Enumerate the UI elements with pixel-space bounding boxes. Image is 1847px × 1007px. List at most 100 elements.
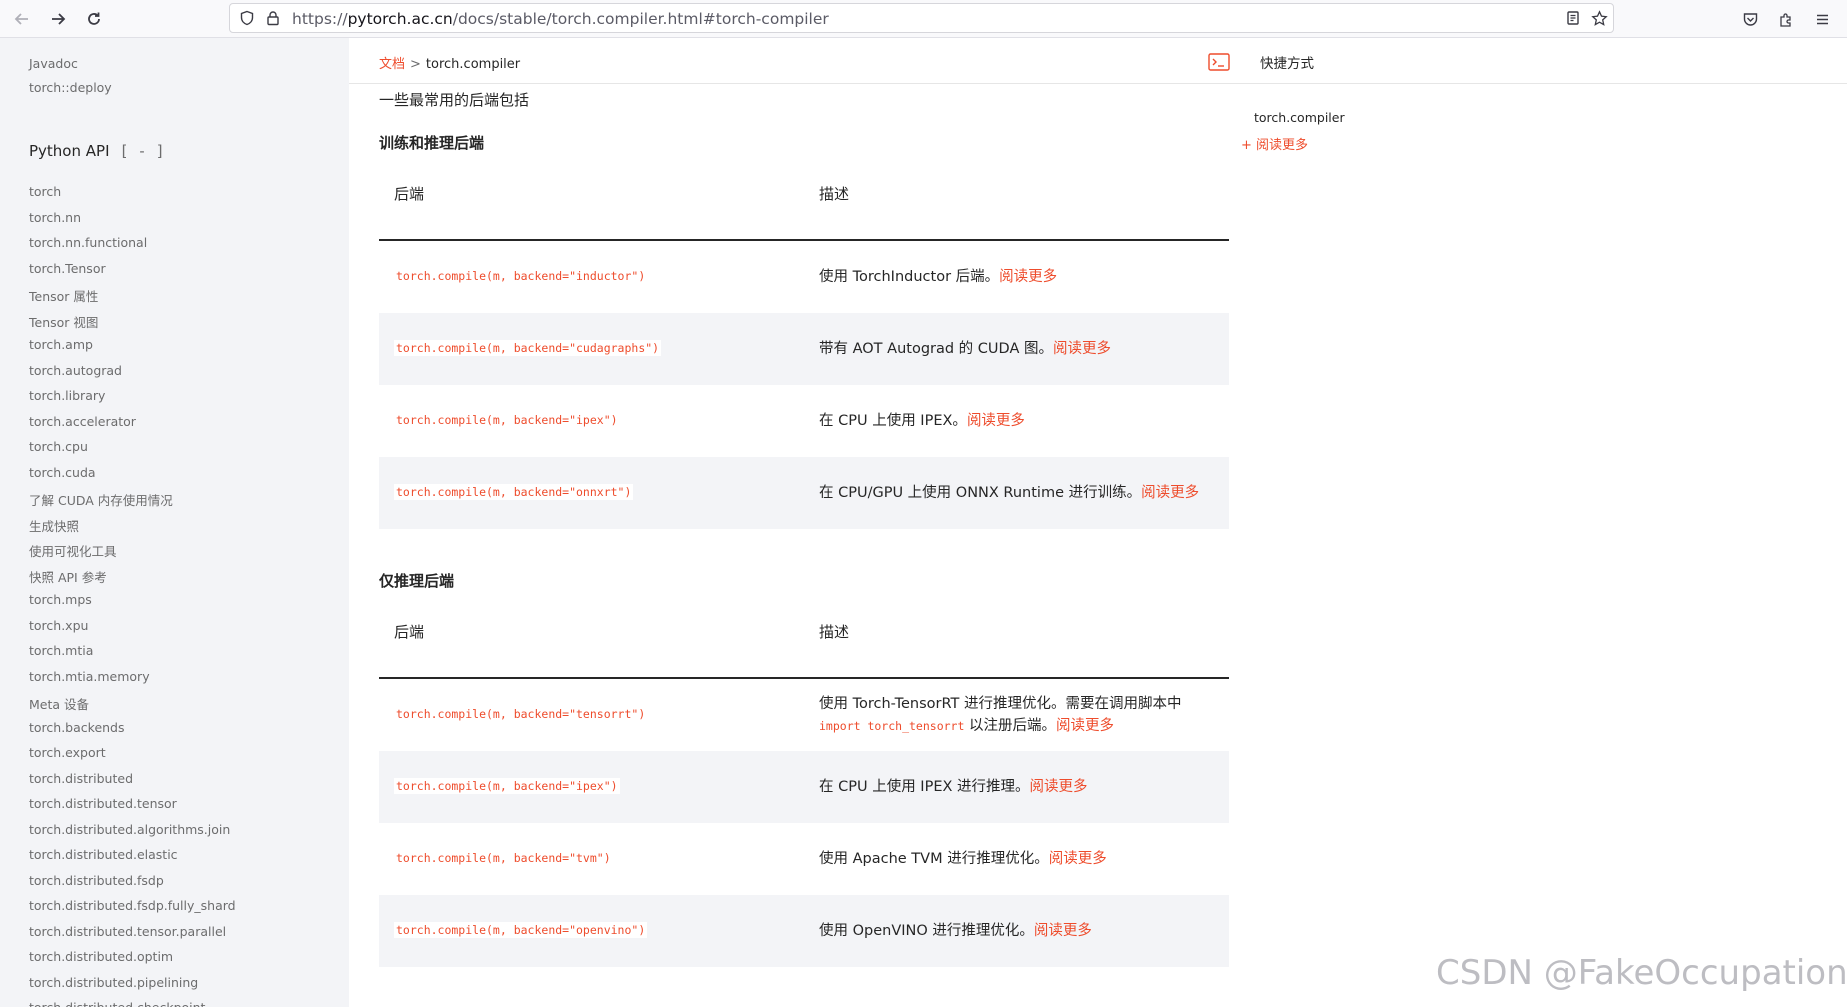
sidebar-item[interactable]: torch.distributed.fsdp (29, 873, 164, 888)
backend-code: torch.compile(m, backend="openvino") (394, 922, 648, 938)
column-header-backend: 后端 (394, 623, 425, 641)
table-row: torch.compile(m, backend="ipex") 在 CPU 上使… (379, 751, 1229, 823)
sidebar-item[interactable]: torch.distributed.pipelining (29, 975, 198, 990)
toc-item[interactable]: torch.compiler (1254, 110, 1345, 125)
sidebar-item[interactable]: torch.mps (29, 592, 92, 607)
sidebar-item[interactable]: torch.xpu (29, 618, 88, 633)
forward-button[interactable] (45, 6, 71, 32)
sidebar-item[interactable]: 快照 API 参考 (29, 567, 107, 586)
url-prefix: https:// (292, 10, 348, 28)
column-header-description: 描述 (819, 623, 850, 641)
table-header: 后端 描述 (379, 587, 1229, 679)
puzzle-icon (1779, 12, 1791, 27)
description-text: 使用 Apache TVM 进行推理优化。 (819, 851, 1049, 867)
toc-read-more-link[interactable]: + 阅读更多 (1241, 134, 1308, 153)
sidebar-item[interactable]: Tensor 属性 (29, 286, 98, 305)
sidebar-item[interactable]: torch.distributed.fsdp.fully_shard (29, 898, 236, 913)
sidebar-item[interactable]: 使用可视化工具 (29, 541, 117, 560)
read-more-link[interactable]: 阅读更多 (1049, 851, 1107, 867)
table-row: torch.compile(m, backend="tvm") 使用 Apache… (379, 823, 1229, 895)
sidebar-item[interactable]: torch.library (29, 388, 105, 403)
read-more-link[interactable]: 阅读更多 (1034, 923, 1092, 939)
collapse-toggle[interactable]: [ - ] (120, 142, 165, 160)
table-body: torch.compile(m, backend="inductor") 使用 T… (379, 241, 1229, 529)
backend-description: 使用 TorchInductor 后端。阅读更多 (819, 266, 1219, 288)
sidebar-item[interactable]: torch.distributed.tensor (29, 796, 177, 811)
breadcrumb-separator: > (410, 57, 421, 72)
sidebar-item[interactable]: torch.Tensor (29, 261, 106, 276)
backend-code: torch.compile(m, backend="inductor") (394, 268, 648, 284)
table-row: torch.compile(m, backend="openvino") 使用 O… (379, 895, 1229, 967)
reload-icon (88, 12, 100, 25)
read-more-link[interactable]: 阅读更多 (1053, 341, 1111, 357)
table-row: torch.compile(m, backend="inductor") 使用 T… (379, 241, 1229, 313)
sidebar-item[interactable]: torch.mtia.memory (29, 669, 150, 684)
breadcrumb-home-link[interactable]: 文档 (379, 57, 405, 72)
description-text: 使用 OpenVINO 进行推理优化。 (819, 923, 1034, 939)
shortcuts-terminal-icon[interactable] (1208, 53, 1230, 71)
sidebar-item[interactable]: 了解 CUDA 内存使用情况 (29, 490, 173, 509)
sidebar-item[interactable]: torch.distributed.algorithms.join (29, 822, 230, 837)
reader-view-icon[interactable] (1564, 9, 1582, 27)
sidebar-item[interactable]: 生成快照 (29, 516, 79, 535)
sidebar-item[interactable]: torch.autograd (29, 363, 122, 378)
description-text: 在 CPU 上使用 IPEX。 (819, 413, 967, 429)
sidebar-link[interactable]: torch::deploy (29, 80, 112, 95)
sidebar-item[interactable]: torch.distributed.checkpoint (29, 1000, 205, 1007)
read-more-link[interactable]: 阅读更多 (1030, 779, 1088, 795)
backend-code: torch.compile(m, backend="onnxrt") (394, 484, 634, 500)
url-host: pytorch.ac.cn (347, 10, 453, 28)
backend-code: torch.compile(m, backend="ipex") (394, 412, 620, 428)
lock-icon[interactable] (264, 9, 282, 27)
pocket-button[interactable] (1737, 6, 1763, 32)
sidebar-section-title: Python API (29, 142, 110, 160)
sidebar-item[interactable]: torch.distributed.elastic (29, 847, 178, 862)
sidebar-item[interactable]: torch.backends (29, 720, 125, 735)
backend-code: torch.compile(m, backend="ipex") (394, 778, 620, 794)
table-header: 后端 描述 (379, 149, 1229, 241)
reload-button[interactable] (81, 6, 107, 32)
url-path: /docs/stable/torch.compiler.html#torch-c… (452, 10, 829, 28)
backend-description: 在 CPU/GPU 上使用 ONNX Runtime 进行训练。阅读更多 (819, 482, 1219, 504)
read-more-link[interactable]: 阅读更多 (967, 413, 1025, 429)
description-text: 带有 AOT Autograd 的 CUDA 图。 (819, 341, 1053, 357)
header-divider (349, 83, 1847, 84)
backend-description: 带有 AOT Autograd 的 CUDA 图。阅读更多 (819, 338, 1219, 360)
pocket-icon (1743, 12, 1757, 26)
sidebar-link[interactable]: Javadoc (29, 56, 78, 71)
sidebar-item[interactable]: torch.accelerator (29, 414, 136, 429)
sidebar-item[interactable]: torch.distributed.optim (29, 949, 173, 964)
url-bar[interactable]: https://pytorch.ac.cn/docs/stable/torch.… (229, 3, 1614, 33)
shield-icon[interactable] (238, 9, 256, 27)
read-more-link[interactable]: 阅读更多 (999, 269, 1057, 285)
sidebar-item[interactable]: torch.nn.functional (29, 235, 147, 250)
sidebar-item[interactable]: torch (29, 184, 61, 199)
sidebar-item[interactable]: torch.distributed (29, 771, 133, 786)
bookmark-star-icon[interactable] (1590, 9, 1608, 27)
table-row: torch.compile(m, backend="onnxrt") 在 CPU/… (379, 457, 1229, 529)
sidebar-item[interactable]: torch.nn (29, 210, 81, 225)
read-more-link[interactable]: 阅读更多 (1056, 718, 1114, 734)
sidebar-item[interactable]: torch.mtia (29, 643, 93, 658)
sidebar-item[interactable]: torch.cpu (29, 439, 88, 454)
sidebar-item[interactable]: Meta 设备 (29, 694, 89, 713)
read-more-link[interactable]: 阅读更多 (1141, 485, 1199, 501)
backend-description: 使用 Torch-TensorRT 进行推理优化。需要在调用脚本中 import … (819, 693, 1219, 737)
docs-sidebar: Javadoc torch::deploy Python API [ - ] to… (0, 38, 349, 1007)
sidebar-item[interactable]: torch.amp (29, 337, 93, 352)
sidebar-item[interactable]: torch.distributed.tensor.parallel (29, 924, 226, 939)
browser-toolbar: https://pytorch.ac.cn/docs/stable/torch.… (0, 0, 1847, 38)
backend-code: torch.compile(m, backend="tensorrt") (394, 706, 648, 722)
url-text[interactable]: https://pytorch.ac.cn/docs/stable/torch.… (292, 10, 829, 28)
menu-button[interactable] (1809, 6, 1835, 32)
sidebar-item[interactable]: torch.export (29, 745, 106, 760)
hamburger-icon (1816, 14, 1828, 24)
extensions-button[interactable] (1773, 6, 1799, 32)
arrow-left-icon (14, 13, 28, 25)
back-button[interactable] (9, 6, 35, 32)
sidebar-item[interactable]: torch.cuda (29, 465, 96, 480)
sidebar-section-python-api[interactable]: Python API [ - ] (29, 142, 165, 160)
description-text: 使用 Torch-TensorRT 进行推理优化。需要在调用脚本中 (819, 696, 1182, 712)
description-text: 在 CPU/GPU 上使用 ONNX Runtime 进行训练。 (819, 485, 1142, 501)
sidebar-item[interactable]: Tensor 视图 (29, 312, 98, 331)
